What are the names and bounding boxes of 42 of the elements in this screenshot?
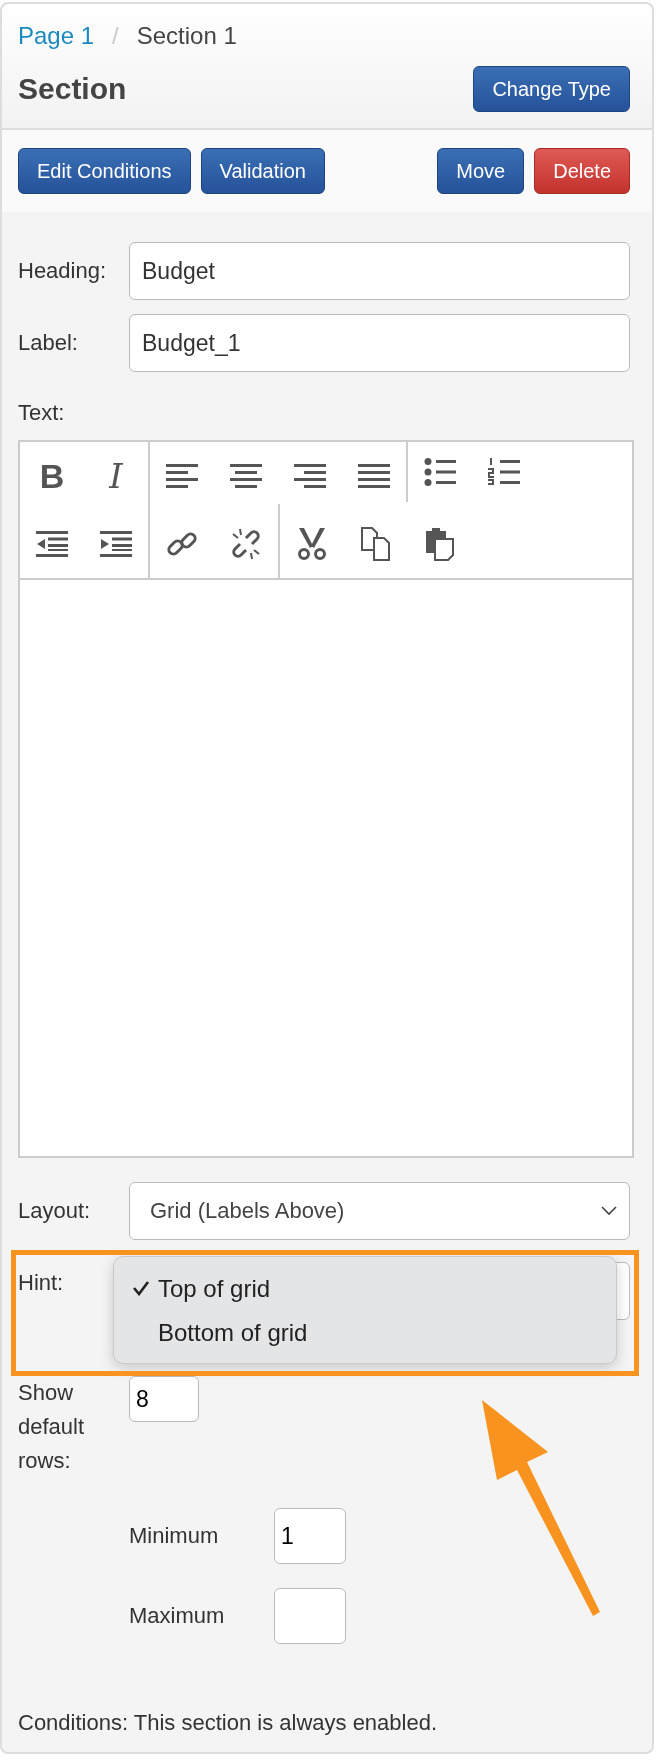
breadcrumb-current: Section 1 — [136, 22, 237, 50]
dropdown-option[interactable]: Top of grid — [132, 1267, 616, 1311]
checkmark-icon — [132, 1280, 150, 1296]
align-right-icon — [294, 462, 326, 490]
field-label: Text: — [18, 400, 66, 426]
outdent-icon — [36, 530, 68, 558]
action-button[interactable]: Move — [437, 148, 525, 194]
section-title: Section — [18, 72, 127, 106]
dropdown-option[interactable]: Bottom of grid — [132, 1311, 616, 1355]
unlink-icon — [230, 528, 262, 560]
text-field[interactable]: Budget_1 — [129, 314, 630, 372]
number-field[interactable]: 8 — [129, 1376, 199, 1422]
text-field[interactable]: Budget — [129, 242, 630, 300]
align-left-icon — [166, 462, 198, 490]
field-label: Label: — [18, 330, 79, 356]
field-label: Hint: — [18, 1270, 65, 1296]
numbered-list-icon — [488, 458, 520, 486]
number-field[interactable]: 1 — [274, 1508, 346, 1564]
field-label: Minimum — [129, 1523, 220, 1549]
paste-icon — [424, 527, 456, 561]
breadcrumb-separator: / — [112, 22, 119, 50]
chevron-down-icon — [601, 1206, 617, 1216]
bold-icon: B — [39, 456, 65, 496]
action-button[interactable]: Validation — [200, 148, 325, 194]
align-center-icon — [230, 462, 262, 490]
breadcrumb-link[interactable]: Page 1 — [18, 22, 95, 50]
layout-select[interactable]: Grid (Labels Above) — [129, 1182, 630, 1240]
field-label: Layout: — [18, 1198, 92, 1224]
copy-icon — [360, 527, 392, 561]
scissors-icon — [297, 528, 327, 560]
italic-icon: I — [109, 456, 123, 496]
field-label: Maximum — [129, 1603, 226, 1629]
field-label: Show default rows: — [18, 1379, 86, 1475]
indent-icon — [100, 530, 132, 558]
number-field[interactable] — [274, 1588, 346, 1644]
field-label: Heading: — [18, 258, 108, 284]
bullet-list-icon — [424, 458, 456, 486]
action-button[interactable]: Edit Conditions — [18, 148, 191, 194]
change-type-button[interactable]: Change Type — [473, 66, 630, 112]
delete-button[interactable]: Delete — [534, 148, 630, 194]
justify-icon — [358, 462, 390, 490]
conditions-text: Conditions: This section is always enabled. — [18, 1710, 439, 1736]
